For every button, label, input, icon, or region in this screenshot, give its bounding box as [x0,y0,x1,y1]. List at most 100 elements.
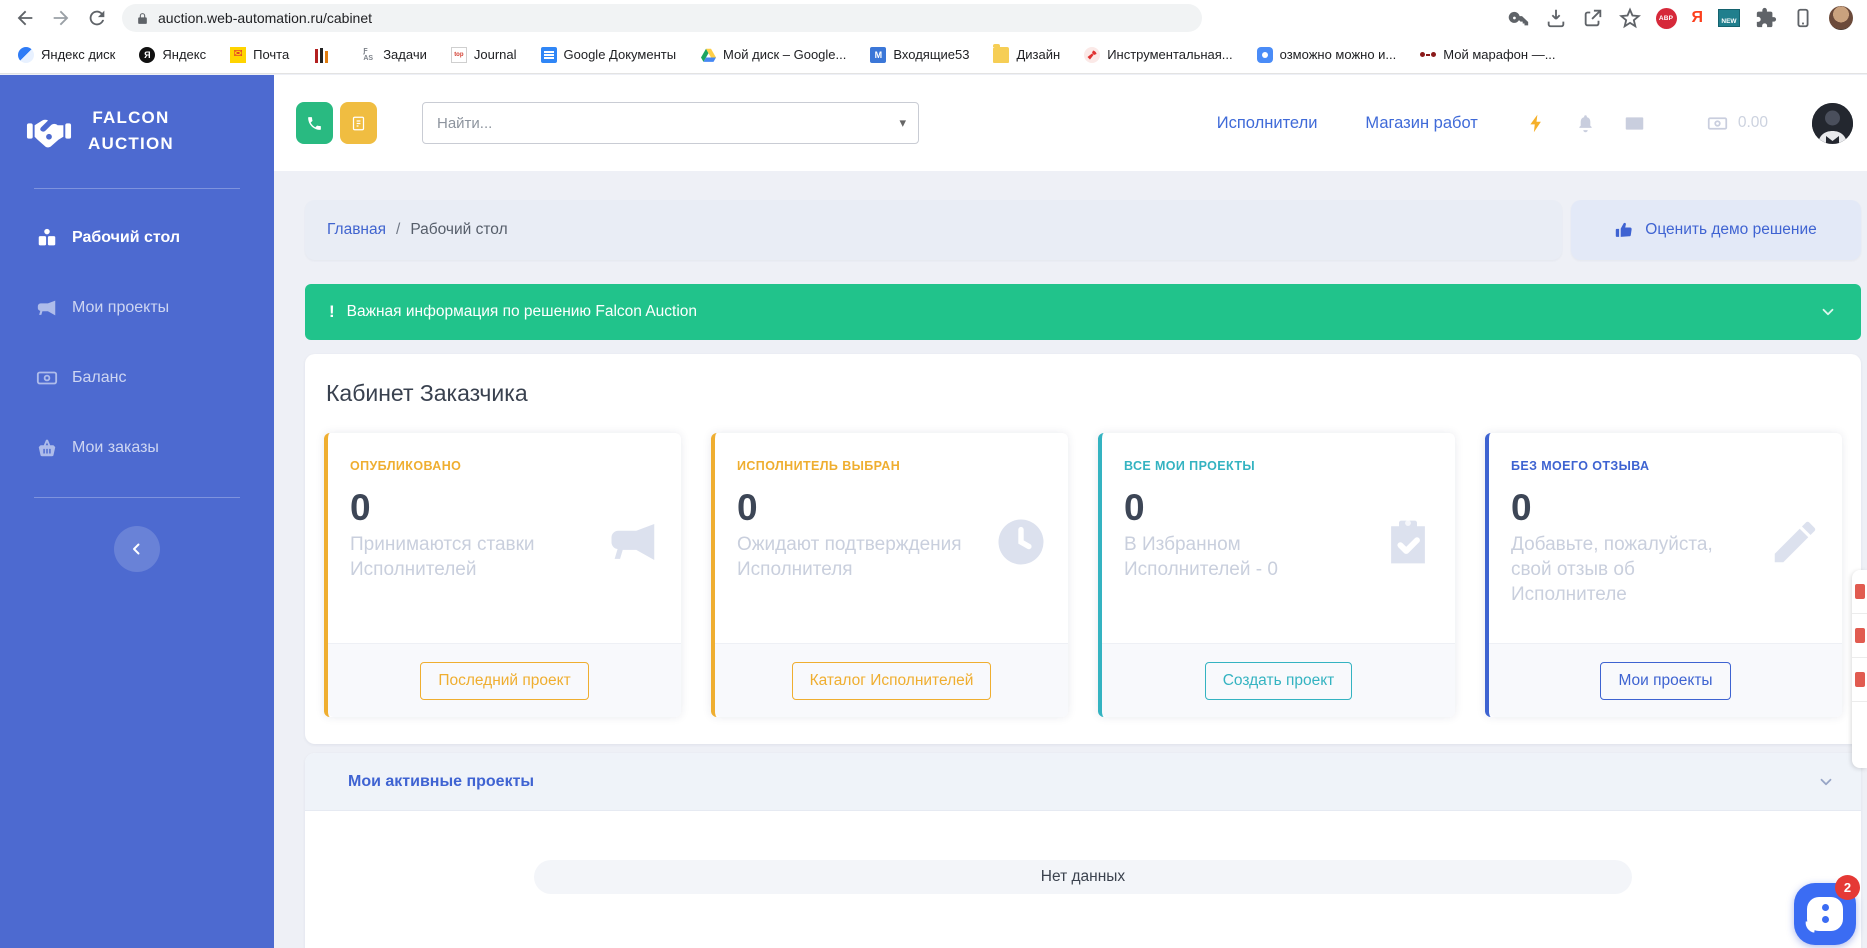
google-drive-favicon [700,47,716,63]
bookmark-journal[interactable]: top Journal [450,46,517,63]
balance-amount: 0.00 [1737,114,1768,131]
mail-favicon: ✉ [230,46,247,63]
sidebar-item-dashboard[interactable]: Рабочий стол [0,203,274,273]
yandex-favicon: Я [139,46,156,63]
share-icon[interactable] [1582,7,1604,29]
pencil-icon [1774,521,1816,563]
breadcrumb-separator: / [396,221,401,238]
bookmark-yandex[interactable]: Я Яндекс [139,46,206,63]
my-projects-button[interactable]: Мои проекты [1600,661,1731,700]
bookmark-unlabeled[interactable] [313,47,336,63]
yandex-extension-icon[interactable]: Я [1692,9,1704,27]
card-description: Добавьте, пожалуйста, свой отзыв об Испо… [1511,534,1713,606]
bookmark-mail[interactable]: ✉ Почта [230,46,289,63]
red-icon [1855,672,1865,687]
phone-icon [308,116,321,130]
bookmark-chat[interactable]: озможно можно и... [1256,46,1396,63]
page-content: Главная / Рабочий стол Оценить демо реше… [274,171,1867,948]
bookmark-yandex-disk[interactable]: Яндекс диск [18,46,115,63]
adblock-extension-icon[interactable]: ABP [1655,7,1677,29]
chat-favicon [1256,46,1273,63]
last-project-button[interactable]: Последний проект [420,661,589,700]
search-input[interactable] [437,114,900,132]
basket-icon [38,439,56,456]
bookmark-google-docs[interactable]: Google Документы [540,46,676,63]
lightning-icon[interactable] [1526,113,1547,134]
card-label: БЕЗ МОЕГО ОТЗЫВА [1511,459,1650,473]
bookmark-star-icon[interactable] [1618,7,1641,29]
chevron-down-icon[interactable] [1819,303,1837,321]
forward-icon[interactable] [50,7,72,29]
card-description: В Избранном Исполнителей - 0 [1124,534,1278,581]
workspace-icon [38,228,56,246]
bars-favicon [313,47,329,63]
address-bar[interactable]: auction.web-automation.ru/cabinet [122,4,1202,32]
key-icon[interactable] [1508,7,1530,29]
stat-cards: ОПУБЛИКОВАНО 0 Принимаются ставки Исполн… [324,433,1842,717]
reload-icon[interactable] [86,7,108,29]
docs-button[interactable] [340,102,377,144]
nav-link-executors[interactable]: Исполнители [1217,114,1318,133]
breadcrumb-home-link[interactable]: Главная [327,221,386,239]
envelope-icon[interactable] [1624,113,1645,134]
bookmark-design[interactable]: Дизайн [993,43,1060,63]
bookmark-tasks[interactable]: Ƒ AS Задачи [360,47,427,63]
sidebar-item-balance[interactable]: Баланс [0,343,274,413]
chevron-left-icon [133,543,140,555]
bookmark-marathon[interactable]: Мой марафон —... [1420,47,1556,63]
inbox-favicon: M [870,46,887,63]
bookmark-instrumental[interactable]: Инструментальная... [1084,46,1233,63]
device-icon[interactable] [1792,7,1814,29]
journal-favicon: top [450,46,467,63]
edge-widget-item[interactable] [1852,614,1867,658]
user-avatar[interactable] [1812,102,1853,144]
chat-widget-button[interactable]: 2 [1794,875,1860,945]
header-icons [1526,113,1645,134]
tasks-favicon: Ƒ AS [363,47,374,62]
bell-icon[interactable] [1575,113,1596,134]
app-header: ▾ Исполнители Магазин работ 0.00 [274,75,1867,171]
card-published: ОПУБЛИКОВАНО 0 Принимаются ставки Исполн… [324,433,681,717]
edge-widget-item[interactable] [1852,570,1867,614]
nav-link-work-shop[interactable]: Магазин работ [1365,114,1477,133]
bookmark-inbox[interactable]: M Входящие53 [870,46,969,63]
chat-bubble-icon [1807,897,1843,931]
sidebar-collapse-button[interactable] [114,525,160,572]
card-description: Принимаются ставки Исполнителей [350,534,535,581]
rate-demo-label: Оценить демо решение [1645,221,1817,238]
sidebar-item-my-orders[interactable]: Мои заказы [0,413,274,483]
search-combo[interactable]: ▾ [422,102,919,144]
important-info-banner[interactable]: ! Важная информация по решению Falcon Au… [305,284,1861,340]
edge-widget[interactable] [1852,570,1867,768]
new-extension-icon[interactable]: NEW [1718,9,1740,27]
chevron-down-icon[interactable] [1817,773,1835,791]
phone-button[interactable] [296,102,333,144]
back-icon[interactable] [14,7,36,29]
sidebar-item-my-projects[interactable]: Мои проекты [0,273,274,343]
extensions-puzzle-icon[interactable] [1755,7,1777,29]
card-without-review: БЕЗ МОЕГО ОТЗЫВА 0 Добавьте, пожалуйста,… [1485,433,1842,717]
cabinet-panel: Кабинет Заказчика ОПУБЛИКОВАНО 0 Принима… [305,354,1861,744]
page-title: Кабинет Заказчика [326,380,528,406]
card-executor-chosen: ИСПОЛНИТЕЛЬ ВЫБРАН 0 Ожидают подтвержден… [711,433,1068,717]
breadcrumb-current: Рабочий стол [410,221,508,238]
bookmark-google-drive[interactable]: Мой диск – Google... [700,47,846,63]
megaphone-icon [611,524,655,560]
app-root: FALCON AUCTION Рабочий стол Мои проекты … [0,75,1867,948]
banknote-icon [36,371,58,385]
balance-indicator[interactable]: 0.00 [1707,113,1768,134]
sidebar-nav: Рабочий стол Мои проекты Баланс Мои зака… [0,189,274,497]
card-all-projects: ВСЕ МОИ ПРОЕКТЫ 0 В Избранном Исполнител… [1098,433,1455,717]
edge-widget-item[interactable] [1852,658,1867,702]
sidebar-divider [34,496,240,498]
active-projects-header[interactable]: Мои активные проекты [305,753,1861,811]
executors-catalog-button[interactable]: Каталог Исполнителей [791,661,992,700]
browser-profile-avatar[interactable] [1829,6,1853,30]
brand-logo[interactable]: FALCON AUCTION [0,75,274,188]
create-project-button[interactable]: Создать проект [1204,661,1353,700]
rate-demo-button[interactable]: Оценить демо решение [1571,200,1861,260]
caret-down-icon[interactable]: ▾ [899,115,906,131]
download-icon[interactable] [1545,7,1567,29]
marathon-favicon [1420,47,1437,63]
red-icon [1855,628,1865,643]
